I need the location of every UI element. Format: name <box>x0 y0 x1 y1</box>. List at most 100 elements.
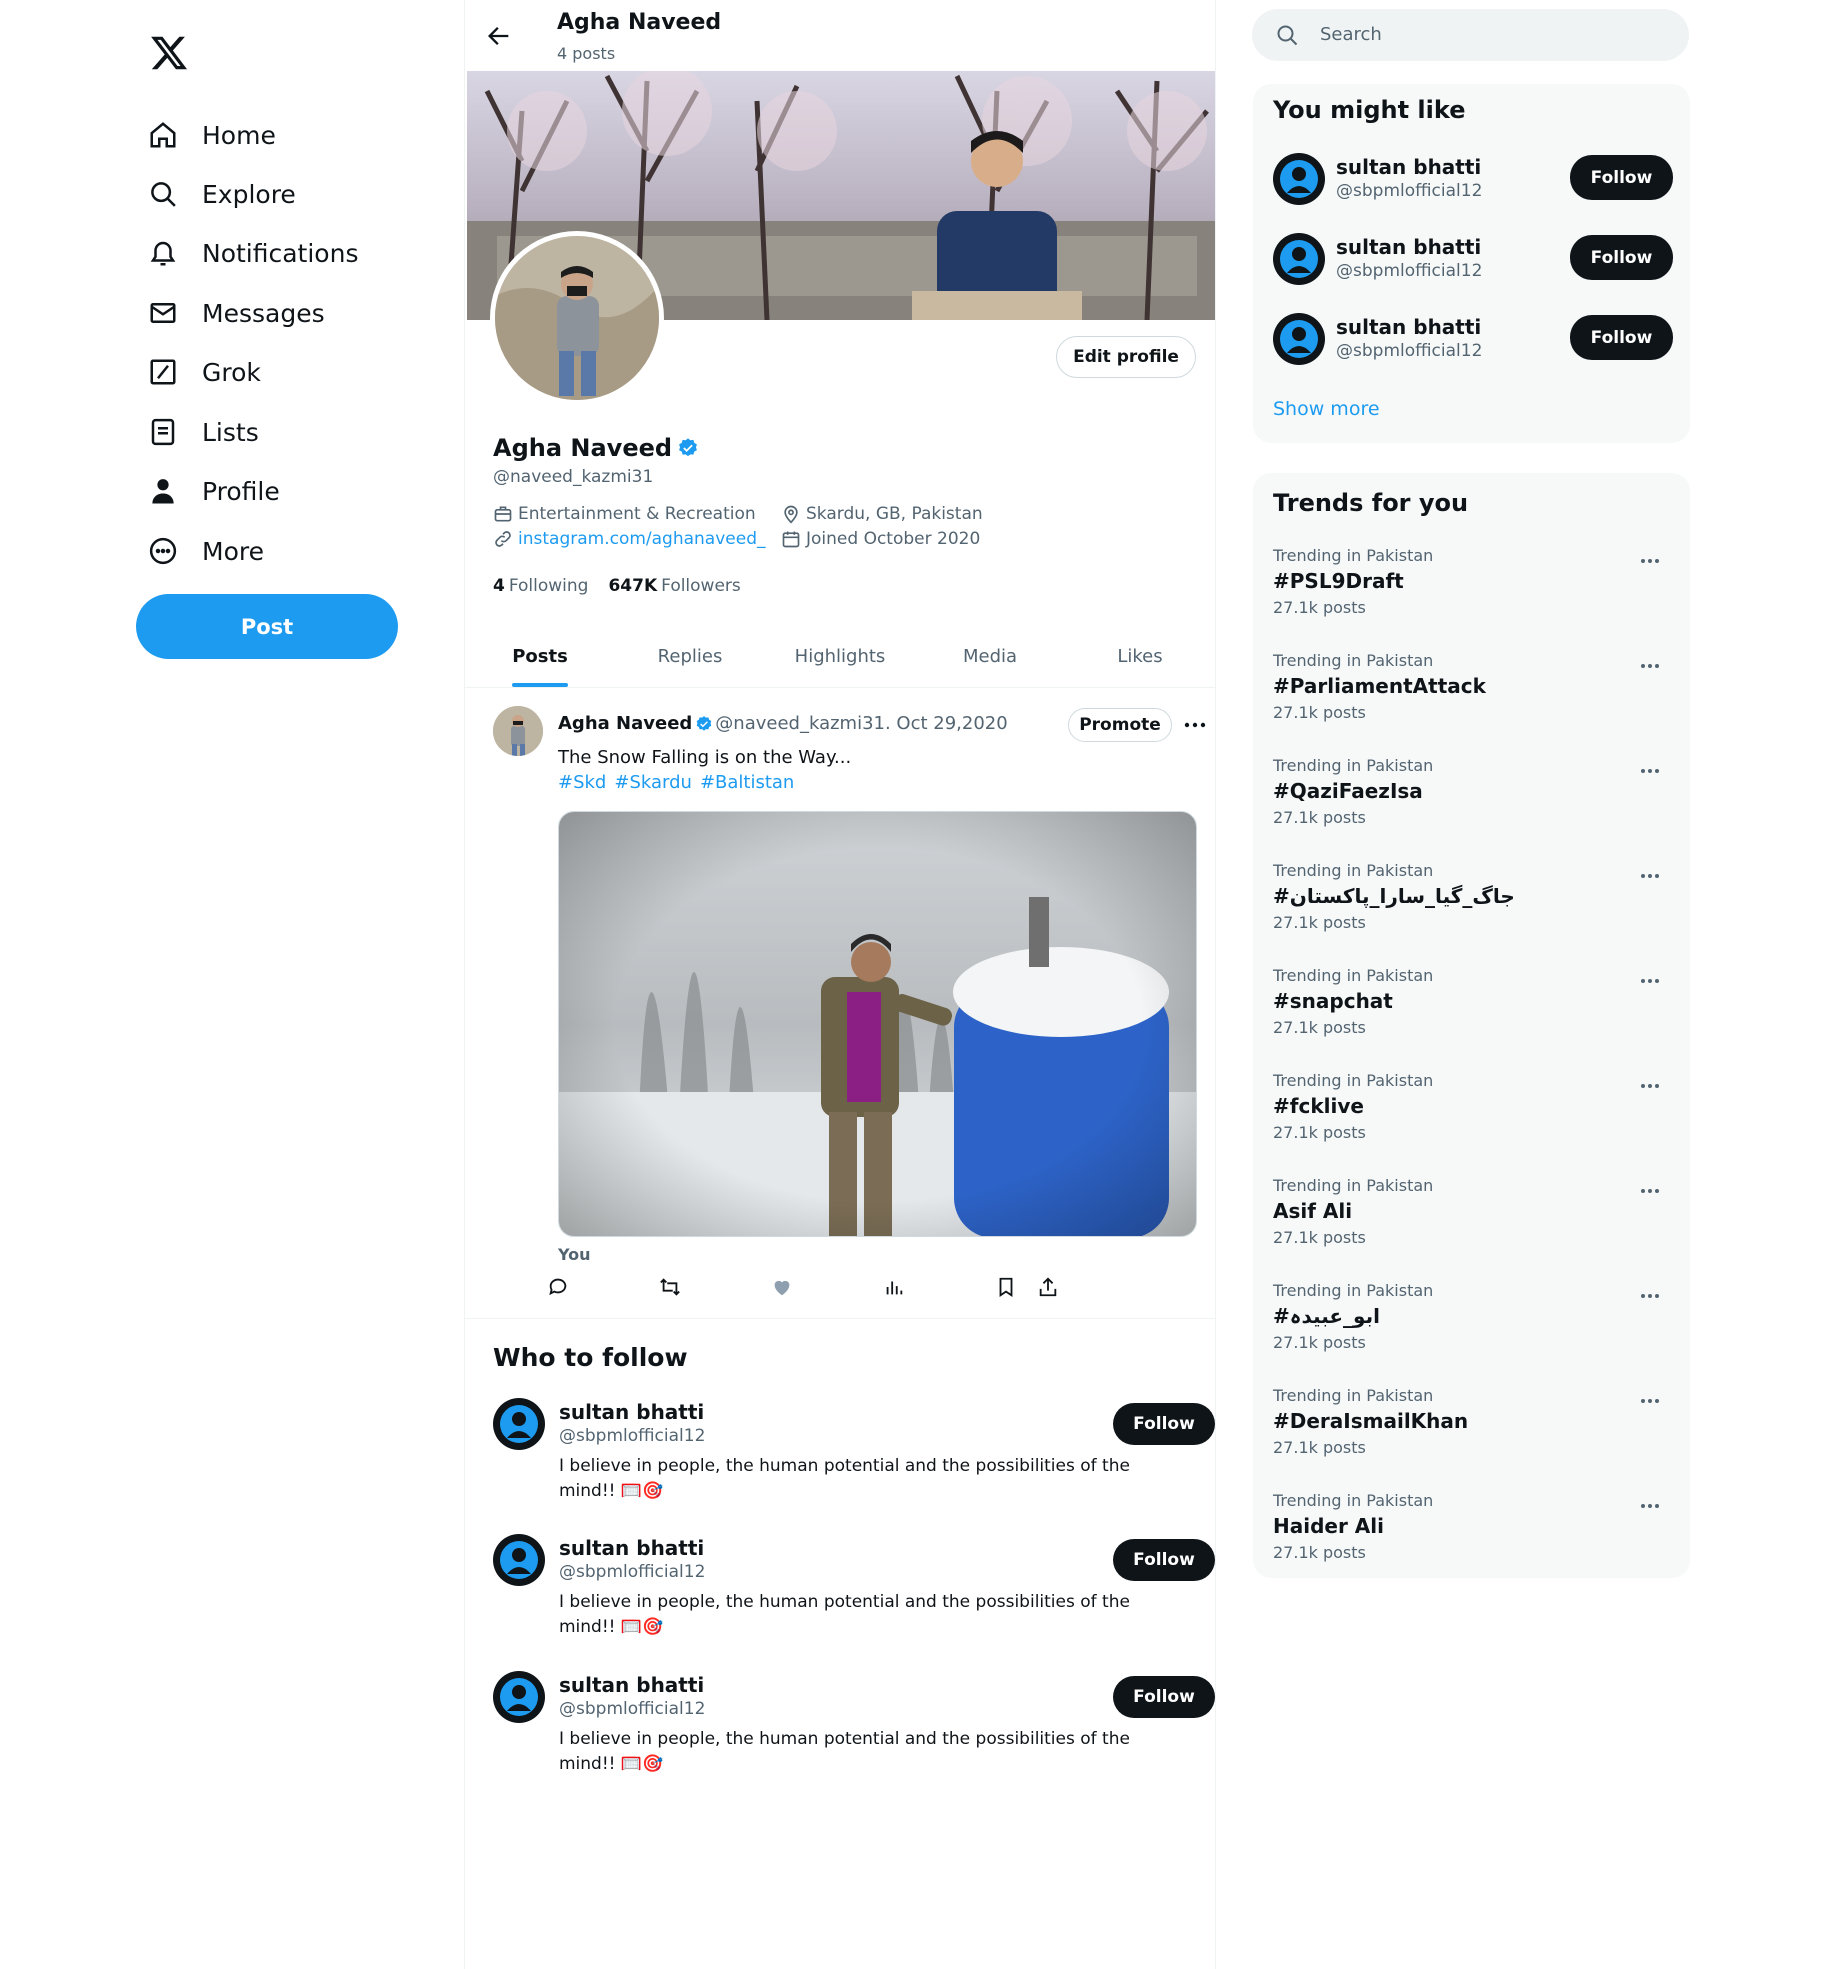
tab-replies[interactable]: Replies <box>615 626 765 687</box>
post-footer-label: You <box>558 1245 591 1264</box>
trend-context: Trending in Pakistan <box>1273 1491 1434 1510</box>
trend-context: Trending in Pakistan <box>1273 1386 1434 1405</box>
user-name[interactable]: sultan bhatti <box>1336 315 1481 339</box>
post-author-name[interactable]: Agha Naveed <box>558 713 692 734</box>
back-arrow-icon[interactable] <box>485 22 515 52</box>
trend-item[interactable]: Trending in Pakistan Haider Ali 27.1k po… <box>1253 1491 1690 1596</box>
more-dots-icon[interactable] <box>1637 653 1663 679</box>
tab-posts[interactable]: Posts <box>465 626 615 687</box>
hashtag-link[interactable]: #Baltistan <box>700 772 794 793</box>
nav-item-grok[interactable]: Grok <box>146 348 261 396</box>
suggested-user[interactable]: sultan bhatti @sbpmlofficial12 Follow <box>1273 153 1673 209</box>
user-name[interactable]: sultan bhatti <box>1336 155 1481 179</box>
trend-post-count: 27.1k posts <box>1273 1018 1366 1037</box>
trend-item[interactable]: Trending in Pakistan #ابو_عبیدہ 27.1k po… <box>1253 1281 1690 1386</box>
avatar[interactable] <box>493 1671 545 1723</box>
nav-label-home: Home <box>202 120 276 150</box>
more-dots-icon[interactable] <box>1637 968 1663 994</box>
user-handle: @sbpmlofficial12 <box>1336 261 1483 281</box>
search-bar[interactable]: Search <box>1252 9 1689 61</box>
trend-context: Trending in Pakistan <box>1273 966 1434 985</box>
verified-badge-icon <box>695 715 713 733</box>
nav-item-profile[interactable]: Profile <box>146 467 280 515</box>
more-dots-icon[interactable] <box>1637 1073 1663 1099</box>
bookmark-icon[interactable] <box>993 1274 1019 1300</box>
follow-button[interactable]: Follow <box>1113 1403 1215 1445</box>
verified-badge-icon[interactable] <box>677 437 699 459</box>
post-header: Agha Naveed @naveed_kazmi31. Oct 29,2020 <box>558 713 1008 734</box>
more-dots-icon[interactable] <box>1637 863 1663 889</box>
tab-highlights[interactable]: Highlights <box>765 626 915 687</box>
x-logo-icon[interactable] <box>149 33 189 73</box>
trend-post-count: 27.1k posts <box>1273 913 1366 932</box>
home-icon <box>146 118 180 152</box>
repost-icon[interactable] <box>657 1274 683 1300</box>
trend-item[interactable]: Trending in Pakistan #QaziFaezIsa 27.1k … <box>1253 756 1690 861</box>
user-name[interactable]: sultan bhatti <box>559 1673 704 1697</box>
avatar[interactable] <box>1273 153 1325 205</box>
user-handle: @sbpmlofficial12 <box>559 1562 706 1582</box>
follow-button[interactable]: Follow <box>1570 315 1673 360</box>
trend-item[interactable]: Trending in Pakistan #جاگ_گیا_سارا_پاکست… <box>1253 861 1690 966</box>
nav-item-more[interactable]: More <box>146 527 264 575</box>
more-dots-icon[interactable] <box>1637 1388 1663 1414</box>
trend-item[interactable]: Trending in Pakistan #fcklive 27.1k post… <box>1253 1071 1690 1176</box>
post-more-icon[interactable] <box>1182 712 1208 738</box>
who-to-follow-item[interactable]: sultan bhatti @sbpmlofficial12 I believe… <box>493 1534 1215 1664</box>
more-dots-icon[interactable] <box>1637 1178 1663 1204</box>
who-to-follow-item[interactable]: sultan bhatti @sbpmlofficial12 I believe… <box>493 1398 1215 1528</box>
following-link[interactable]: 4 Following <box>493 576 588 596</box>
nav-item-explore[interactable]: Explore <box>146 170 296 218</box>
trend-post-count: 27.1k posts <box>1273 598 1366 617</box>
tab-media[interactable]: Media <box>915 626 1065 687</box>
reply-icon[interactable] <box>545 1274 571 1300</box>
location-pin-icon <box>781 504 801 524</box>
hashtag-link[interactable]: #Skd <box>558 772 606 793</box>
trend-item[interactable]: Trending in Pakistan Asif Ali 27.1k post… <box>1253 1176 1690 1281</box>
follow-button[interactable]: Follow <box>1113 1539 1215 1581</box>
suggested-user[interactable]: sultan bhatti @sbpmlofficial12 Follow <box>1273 233 1673 289</box>
post-media-image[interactable] <box>558 811 1197 1237</box>
more-dots-icon[interactable] <box>1637 1493 1663 1519</box>
hashtag-link[interactable]: #Skardu <box>614 772 692 793</box>
followers-link[interactable]: 647K Followers <box>608 576 740 596</box>
user-bio: I believe in people, the human potential… <box>559 1456 1130 1501</box>
share-icon[interactable] <box>1035 1274 1061 1300</box>
more-dots-icon[interactable] <box>1637 548 1663 574</box>
more-dots-icon[interactable] <box>1637 1283 1663 1309</box>
suggested-user[interactable]: sultan bhatti @sbpmlofficial12 Follow <box>1273 313 1673 369</box>
user-name[interactable]: sultan bhatti <box>559 1536 704 1560</box>
show-more-link[interactable]: Show more <box>1273 398 1380 420</box>
promote-button[interactable]: Promote <box>1068 708 1172 742</box>
trend-item[interactable]: Trending in Pakistan #DeraIsmailKhan 27.… <box>1253 1386 1690 1491</box>
nav-item-notifications[interactable]: Notifications <box>146 229 358 277</box>
trends-title: Trends for you <box>1273 489 1469 517</box>
profile-avatar[interactable] <box>490 231 664 405</box>
follow-button[interactable]: Follow <box>1570 155 1673 200</box>
follow-button[interactable]: Follow <box>1570 235 1673 280</box>
trend-item[interactable]: Trending in Pakistan #snapchat 27.1k pos… <box>1253 966 1690 1071</box>
trend-item[interactable]: Trending in Pakistan #PSL9Draft 27.1k po… <box>1253 546 1690 651</box>
nav-item-messages[interactable]: Messages <box>146 289 325 337</box>
more-dots-icon[interactable] <box>1637 758 1663 784</box>
nav-item-home[interactable]: Home <box>146 111 276 159</box>
like-icon[interactable] <box>769 1274 795 1300</box>
follow-button[interactable]: Follow <box>1113 1676 1215 1718</box>
search-input[interactable]: Search <box>1320 24 1382 45</box>
post-author-avatar[interactable] <box>493 706 543 756</box>
nav-item-lists[interactable]: Lists <box>146 408 259 456</box>
avatar[interactable] <box>493 1398 545 1450</box>
who-to-follow-item[interactable]: sultan bhatti @sbpmlofficial12 I believe… <box>493 1671 1215 1801</box>
trend-item[interactable]: Trending in Pakistan #ParliamentAttack 2… <box>1253 651 1690 756</box>
views-icon[interactable] <box>881 1274 907 1300</box>
website-link[interactable]: instagram.com/aghanaveed_ <box>518 529 766 549</box>
trend-name: #fcklive <box>1273 1094 1364 1118</box>
edit-profile-button[interactable]: Edit profile <box>1056 336 1196 378</box>
post-button[interactable]: Post <box>136 594 398 659</box>
avatar[interactable] <box>1273 233 1325 285</box>
avatar[interactable] <box>493 1534 545 1586</box>
tab-likes[interactable]: Likes <box>1065 626 1215 687</box>
avatar[interactable] <box>1273 313 1325 365</box>
user-name[interactable]: sultan bhatti <box>559 1400 704 1424</box>
user-name[interactable]: sultan bhatti <box>1336 235 1481 259</box>
